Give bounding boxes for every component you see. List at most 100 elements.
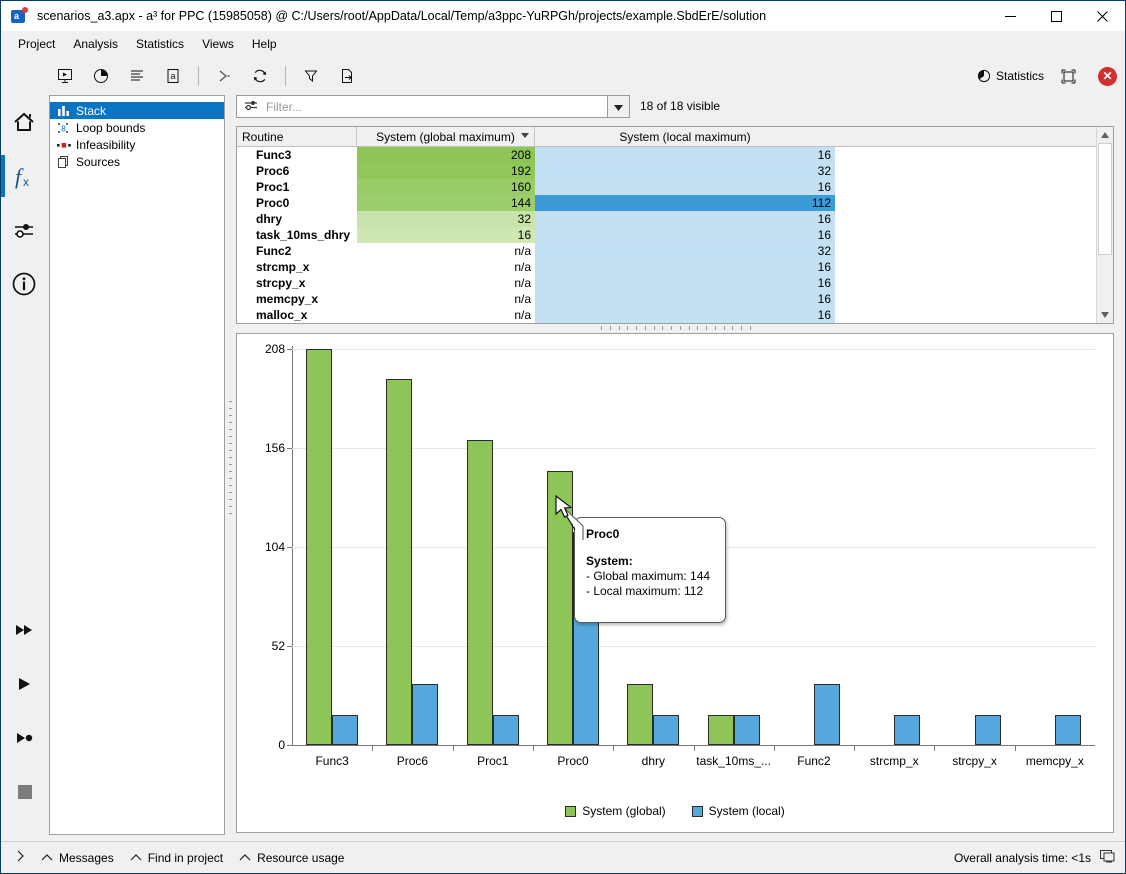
chart-bar[interactable]	[653, 714, 680, 745]
menu-statistics[interactable]: Statistics	[127, 33, 193, 55]
y-axis-tick	[287, 448, 292, 449]
column-header-routine[interactable]: Routine	[237, 127, 357, 146]
chart-bar[interactable]	[813, 684, 840, 745]
horizontal-splitter[interactable]	[601, 323, 751, 332]
rail-step-button[interactable]	[1, 711, 47, 765]
table-row[interactable]: strcpy_x n/a 16	[237, 275, 1113, 291]
sidebar-item-loop-bounds[interactable]: 8 Loop bounds	[50, 119, 224, 136]
chart-bar[interactable]	[412, 684, 439, 745]
sidebar-item-sources[interactable]: Sources	[50, 153, 224, 170]
x-axis-label: memcpy_x	[1025, 754, 1084, 768]
status-expand-button[interactable]	[17, 850, 25, 865]
tooltip-global-line: - Global maximum: 144	[586, 569, 711, 583]
chart-bar[interactable]	[627, 684, 654, 745]
rail-fast-forward-button[interactable]	[1, 603, 47, 657]
table-row[interactable]: Func2 n/a 32	[237, 243, 1113, 259]
table-row[interactable]: Func3 208 16	[237, 147, 1113, 163]
menu-views[interactable]: Views	[193, 33, 243, 55]
chart-bar[interactable]	[894, 714, 921, 745]
rail-function-button[interactable]: fx	[1, 149, 47, 203]
chart-legend: System (global) System (local)	[237, 804, 1113, 818]
table-row[interactable]: Proc0 144 112	[237, 195, 1113, 211]
filter-icon[interactable]	[297, 62, 325, 90]
chart-bar[interactable]	[306, 349, 333, 745]
svg-text:x: x	[23, 175, 29, 189]
annotation-icon[interactable]: a	[159, 62, 187, 90]
scroll-up-arrow-icon[interactable]	[1097, 127, 1113, 143]
table-row[interactable]: strcmp_x n/a 16	[237, 259, 1113, 275]
column-header-global-maximum[interactable]: System (global maximum)	[357, 127, 535, 146]
filter-settings-icon	[244, 99, 258, 114]
filter-input-wrapper[interactable]	[236, 95, 608, 118]
report-icon[interactable]	[51, 62, 79, 90]
table-row[interactable]: task_10ms_dhry 16 16	[237, 227, 1113, 243]
rail-info-button[interactable]	[1, 257, 47, 311]
chart-bar[interactable]	[733, 714, 760, 745]
table-row[interactable]: dhry 32 16	[237, 211, 1113, 227]
chart-bar[interactable]	[332, 714, 359, 745]
cell-routine: Proc1	[256, 180, 290, 194]
x-axis-label: strcpy_x	[952, 754, 997, 768]
pie-chart-icon[interactable]	[87, 62, 115, 90]
vertical-splitter[interactable]	[227, 401, 234, 521]
chart-bar[interactable]	[707, 714, 734, 745]
monitor-icon[interactable]	[1100, 849, 1115, 866]
chart-bar[interactable]	[466, 440, 493, 745]
legend-item-global[interactable]: System (global)	[565, 804, 666, 818]
x-axis-label: Proc1	[477, 754, 509, 768]
sidebar-item-infeasibility[interactable]: Infeasibility	[50, 136, 224, 153]
chart-bar[interactable]	[974, 714, 1001, 745]
table-row[interactable]: Proc6 192 32	[237, 163, 1113, 179]
filter-dropdown-button[interactable]	[608, 95, 630, 118]
table-row[interactable]: memcpy_x n/a 16	[237, 291, 1113, 307]
list-icon[interactable]	[123, 62, 151, 90]
filter-input[interactable]	[264, 98, 568, 115]
menu-help[interactable]: Help	[243, 33, 286, 55]
rail-settings-button[interactable]	[1, 203, 47, 257]
status-messages-button[interactable]: Messages	[41, 851, 114, 865]
fast-forward-icon	[16, 625, 32, 635]
sidebar-item-stack[interactable]: Stack	[50, 102, 224, 119]
column-header-label: Routine	[242, 129, 284, 144]
stop-icon	[18, 785, 32, 799]
toolbar: a Statistics ✕	[1, 57, 1125, 95]
x-axis-label: task_10ms_...	[696, 754, 771, 768]
refresh-icon[interactable]	[246, 62, 274, 90]
maximize-button[interactable]	[1033, 1, 1079, 31]
table-vertical-scrollbar[interactable]	[1096, 127, 1113, 323]
toolbar-separator-2	[285, 66, 286, 86]
x-axis-tick	[854, 746, 856, 751]
grid-line	[292, 646, 1095, 647]
x-axis-tick	[372, 746, 374, 751]
cell-routine: Proc6	[256, 164, 290, 178]
menu-project[interactable]: Project	[9, 33, 64, 55]
export-icon[interactable]	[333, 62, 361, 90]
menu-analysis[interactable]: Analysis	[64, 33, 127, 55]
run-icon[interactable]	[210, 62, 238, 90]
chart-bar[interactable]	[492, 714, 519, 745]
close-view-button[interactable]: ✕	[1098, 66, 1117, 86]
chart-bar[interactable]	[386, 379, 413, 745]
chart-bar[interactable]	[1054, 714, 1081, 745]
minimize-button[interactable]	[987, 1, 1033, 31]
rail-home-button[interactable]	[1, 95, 47, 149]
legend-label-global: System (global)	[582, 804, 666, 818]
y-axis-label: 156	[264, 441, 285, 455]
status-resource-usage-button[interactable]: Resource usage	[239, 851, 344, 865]
rail-stop-button[interactable]	[1, 765, 47, 819]
cell-routine: Func2	[256, 244, 292, 258]
restore-view-icon[interactable]	[1054, 62, 1082, 90]
column-header-local-maximum[interactable]: System (local maximum)	[535, 127, 835, 146]
table-row[interactable]: malloc_x n/a 16	[237, 307, 1113, 323]
scroll-down-arrow-icon[interactable]	[1097, 307, 1113, 323]
table-row[interactable]: Proc1 160 16	[237, 179, 1113, 195]
close-button[interactable]	[1079, 1, 1125, 31]
statistics-button[interactable]: Statistics	[971, 65, 1050, 87]
scrollbar-thumb[interactable]	[1098, 143, 1112, 255]
cell-routine: task_10ms_dhry	[256, 228, 351, 242]
legend-item-local[interactable]: System (local)	[691, 804, 785, 818]
status-find-in-project-button[interactable]: Find in project	[130, 851, 223, 865]
info-icon	[12, 272, 36, 296]
cell-global-maximum: 144	[357, 195, 535, 211]
rail-play-button[interactable]	[1, 657, 47, 711]
